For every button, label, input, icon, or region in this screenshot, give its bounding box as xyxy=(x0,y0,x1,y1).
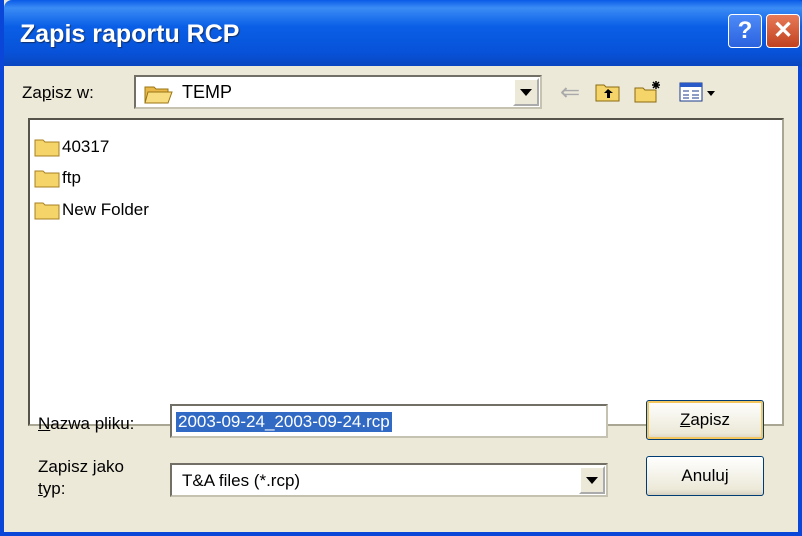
folder-icon xyxy=(34,170,60,188)
list-item[interactable]: New Folder xyxy=(34,197,149,223)
file-name-label: Nazwa pliku: xyxy=(38,414,135,433)
new-folder-button[interactable] xyxy=(634,79,662,105)
list-item-label: 40317 xyxy=(62,137,110,156)
save-as-type-dropdown-button[interactable] xyxy=(579,466,605,494)
view-list-icon xyxy=(679,82,715,102)
file-name-input[interactable]: 2003-09-24_2003-09-24.rcp xyxy=(170,404,608,438)
chevron-down-icon xyxy=(586,476,598,484)
window-title: Zapis raportu RCP xyxy=(20,20,240,48)
close-button[interactable]: ✕ xyxy=(766,14,800,48)
save-in-combo[interactable]: TEMP xyxy=(134,75,542,109)
save-in-dropdown-button[interactable] xyxy=(513,78,539,106)
save-dialog: Zapis raportu RCP ? ✕ Zapisz w: TEMP ⇐ 4… xyxy=(0,0,802,536)
save-in-value: TEMP xyxy=(182,82,233,102)
save-in-label: Zapisz w: xyxy=(22,83,94,102)
folder-icon xyxy=(34,202,60,220)
view-menu-button[interactable] xyxy=(678,79,724,105)
open-folder-icon xyxy=(144,86,173,104)
save-as-type-label: Zapisz jako typ: xyxy=(38,457,124,498)
back-button[interactable]: ⇐ xyxy=(556,79,584,106)
file-list[interactable]: 40317 ftp New Folder xyxy=(28,118,784,426)
save-button[interactable]: Zapisz xyxy=(646,400,764,440)
dialog-body: Zapisz w: TEMP ⇐ 40317 ftp New Folder Na… xyxy=(8,66,794,528)
up-one-level-button[interactable] xyxy=(594,79,622,105)
list-item-label: ftp xyxy=(62,168,81,187)
up-folder-icon xyxy=(595,84,620,102)
chevron-down-icon xyxy=(520,88,532,96)
cancel-button[interactable]: Anuluj xyxy=(646,456,764,496)
list-item[interactable]: ftp xyxy=(34,165,81,191)
folder-icon xyxy=(34,139,60,157)
save-as-type-combo[interactable]: T&A files (*.rcp) xyxy=(170,463,608,497)
file-name-value: 2003-09-24_2003-09-24.rcp xyxy=(176,412,392,432)
help-button[interactable]: ? xyxy=(728,14,762,48)
list-item-label: New Folder xyxy=(62,200,149,219)
title-bar[interactable]: Zapis raportu RCP ? ✕ xyxy=(4,0,802,66)
list-item[interactable]: 40317 xyxy=(34,134,109,160)
new-folder-icon xyxy=(634,81,660,103)
save-as-type-value: T&A files (*.rcp) xyxy=(182,471,301,490)
